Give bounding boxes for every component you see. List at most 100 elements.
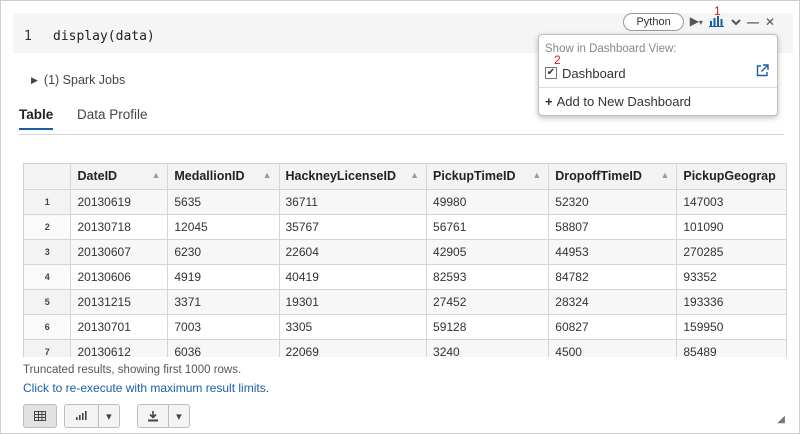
table-header-row: DateID ▲ MedallionID ▲ HackneyLicenseID ▲ P… — [24, 164, 787, 190]
row-index: 6 — [24, 314, 72, 340]
table-cell: 40419 — [279, 264, 428, 290]
rerun-link[interactable]: Click to re-execute with maximum result … — [23, 381, 269, 395]
table-cell: 44953 — [548, 239, 678, 265]
resize-handle-icon[interactable]: ◢ — [777, 414, 785, 425]
table-row: 5 20131215 3371 19301 27452 28324 193336 — [24, 289, 787, 315]
table-cell: 93352 — [676, 264, 787, 290]
table-cell: 19301 — [279, 289, 428, 315]
chevron-down-icon[interactable]: ▾ — [97, 405, 119, 427]
spark-jobs-toggle[interactable]: ▶ (1) Spark Jobs — [31, 73, 125, 87]
language-badge[interactable]: Python — [623, 13, 684, 31]
table-cell: 82593 — [426, 264, 550, 290]
dashboard-option[interactable]: ✔ Dashboard — [545, 64, 773, 82]
table-cell: 36711 — [279, 189, 428, 215]
run-icon[interactable]: ▶▾ — [690, 14, 703, 30]
column-header-label: DateID — [77, 169, 118, 184]
close-icon[interactable]: ✕ — [765, 15, 775, 29]
spark-jobs-label: (1) Spark Jobs — [43, 73, 126, 87]
row-index: 4 — [24, 264, 72, 290]
row-index: 5 — [24, 289, 72, 315]
results-table: DateID ▲ MedallionID ▲ HackneyLicenseID ▲ P… — [24, 164, 787, 357]
table-cell: 20130718 — [70, 214, 169, 240]
table-cell: 35767 — [279, 214, 428, 240]
popup-heading: Show in Dashboard View: — [545, 43, 677, 55]
code-line[interactable]: display(data) — [53, 29, 155, 44]
index-header — [24, 164, 72, 190]
row-index: 2 — [24, 214, 72, 240]
download-button[interactable]: ▾ — [137, 404, 190, 428]
minimize-icon[interactable]: — — [747, 15, 759, 29]
column-header[interactable]: MedallionID ▲ — [167, 164, 280, 190]
table-cell: 193336 — [676, 289, 787, 315]
table-cell: 20130612 — [70, 339, 169, 357]
column-header[interactable]: DropoffTimeID ▲ — [548, 164, 678, 190]
table-cell: 159950 — [676, 314, 787, 340]
table-cell: 58807 — [548, 214, 678, 240]
table-cell: 42905 — [426, 239, 550, 265]
table-view-button[interactable] — [23, 404, 57, 428]
table-cell: 59128 — [426, 314, 550, 340]
tab-data-profile[interactable]: Data Profile — [77, 107, 148, 122]
table-cell: 27452 — [426, 289, 550, 315]
sort-icon[interactable]: ▲ — [263, 170, 272, 180]
table-cell: 12045 — [167, 214, 280, 240]
table-cell: 22069 — [279, 339, 428, 357]
table-row: 7 20130612 6036 22069 3240 4500 85489 — [24, 339, 787, 357]
table-cell: 85489 — [676, 339, 787, 357]
line-number: 1 — [24, 29, 32, 44]
table-cell: 3371 — [167, 289, 280, 315]
sort-icon[interactable]: ▲ — [410, 170, 419, 180]
table-cell: 7003 — [167, 314, 280, 340]
table-row: 2 20130718 12045 35767 56761 58807 10109… — [24, 214, 787, 240]
table-row: 4 20130606 4919 40419 82593 84782 93352 — [24, 264, 787, 290]
table-cell: 20130619 — [70, 189, 169, 215]
caret-right-icon: ▶ — [31, 75, 38, 85]
table-cell: 6036 — [167, 339, 280, 357]
column-header[interactable]: PickupTimeID ▲ — [426, 164, 550, 190]
column-header[interactable]: PickupGeograp — [676, 164, 787, 190]
table-cell: 270285 — [676, 239, 787, 265]
results-table-container[interactable]: DateID ▲ MedallionID ▲ HackneyLicenseID ▲ P… — [23, 163, 787, 357]
table-cell: 22604 — [279, 239, 428, 265]
chart-view-button[interactable]: ▾ — [64, 404, 120, 428]
table-row: 3 20130607 6230 22604 42905 44953 270285 — [24, 239, 787, 265]
table-cell: 3240 — [426, 339, 550, 357]
table-cell: 49980 — [426, 189, 550, 215]
column-header-label: HackneyLicenseID — [285, 169, 396, 184]
column-header-label: MedallionID — [174, 169, 245, 184]
plus-icon: + — [545, 94, 553, 109]
add-dashboard-label: Add to New Dashboard — [556, 94, 692, 109]
table-cell: 5635 — [167, 189, 280, 215]
column-header[interactable]: HackneyLicenseID ▲ — [279, 164, 428, 190]
tab-table[interactable]: Table — [19, 107, 54, 130]
column-header[interactable]: DateID ▲ — [70, 164, 169, 190]
dashboard-popup: Show in Dashboard View: 2 ✔ Dashboard + A… — [538, 34, 778, 116]
bar-chart-icon[interactable]: 1 — [708, 5, 725, 30]
chevron-down-icon[interactable] — [731, 15, 741, 29]
sort-icon[interactable]: ▲ — [532, 170, 541, 180]
table-cell: 101090 — [676, 214, 787, 240]
table-row: 6 20130701 7003 3305 59128 60827 159950 — [24, 314, 787, 340]
notebook-cell: 1 display(data) Python ▶▾ 1 — ✕ ▶ (1) Spa… — [0, 0, 800, 434]
table-cell: 56761 — [426, 214, 550, 240]
table-cell: 60827 — [548, 314, 678, 340]
dashboard-label: Dashboard — [562, 65, 626, 81]
dashboard-checkbox[interactable]: ✔ — [545, 67, 557, 79]
bar-chart-icon[interactable] — [65, 405, 98, 427]
row-index: 7 — [24, 339, 72, 357]
add-to-new-dashboard-button[interactable]: + Add to New Dashboard — [545, 94, 691, 109]
sort-icon[interactable]: ▲ — [151, 170, 160, 180]
table-cell: 3305 — [279, 314, 428, 340]
external-link-icon[interactable] — [756, 64, 769, 80]
sort-icon[interactable]: ▲ — [660, 170, 669, 180]
table-row: 1 20130619 5635 36711 49980 52320 147003 — [24, 189, 787, 215]
table-icon — [34, 411, 46, 421]
truncation-notice: Truncated results, showing first 1000 ro… — [23, 364, 242, 376]
table-cell: 4500 — [548, 339, 678, 357]
annotation-marker-1: 1 — [713, 3, 721, 18]
table-cell: 6230 — [167, 239, 280, 265]
popup-divider — [539, 87, 777, 88]
table-cell: 20130701 — [70, 314, 169, 340]
download-icon[interactable] — [138, 405, 168, 427]
chevron-down-icon[interactable]: ▾ — [167, 405, 189, 427]
